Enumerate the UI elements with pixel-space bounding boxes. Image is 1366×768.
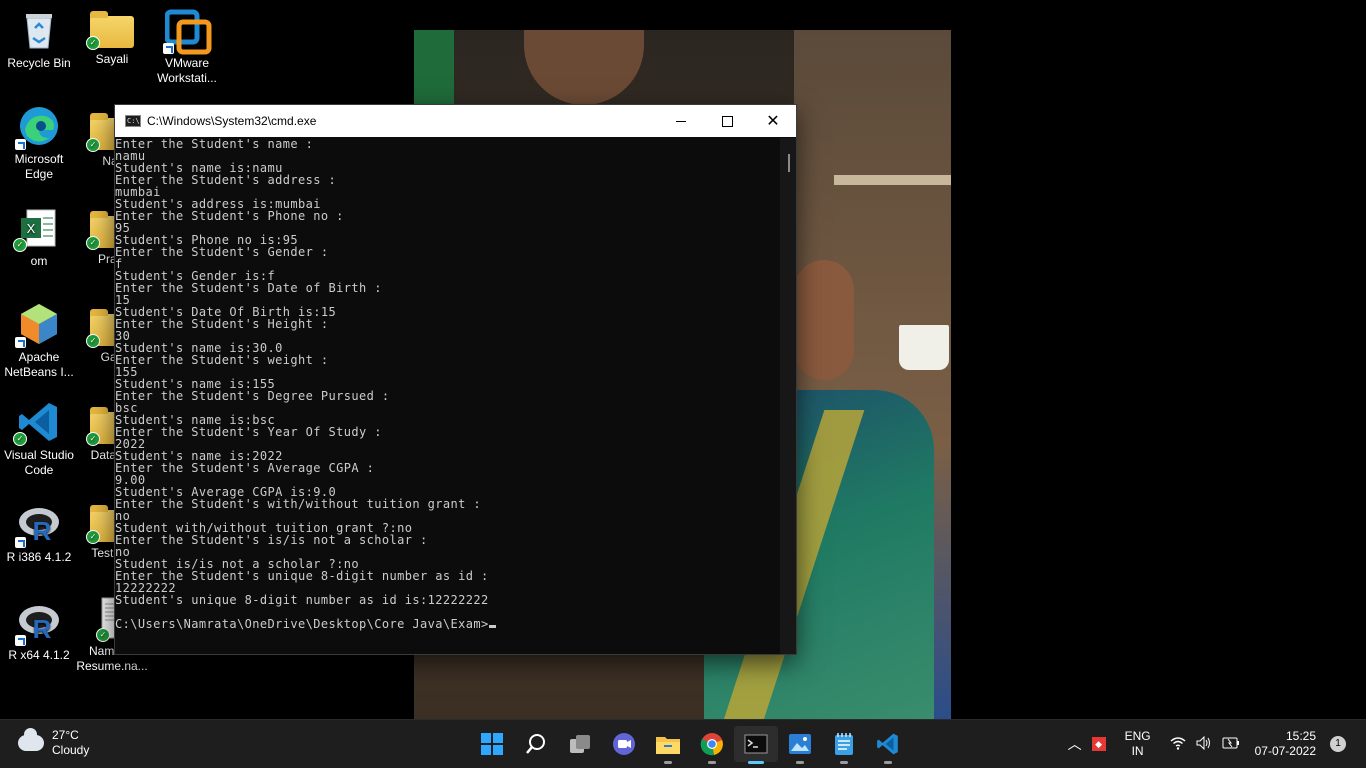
wallpaper-face (524, 30, 644, 105)
volume-icon[interactable] (1196, 735, 1212, 753)
running-indicator (884, 761, 892, 764)
r-language-icon: R (15, 502, 61, 548)
scrollbar-thumb[interactable] (788, 154, 790, 172)
svg-text:R: R (33, 614, 52, 644)
desktop-icon-label: Apache NetBeans I... (4, 350, 74, 379)
maximize-icon (721, 115, 733, 127)
console-text: Enter the Student's name : namu Student'… (115, 138, 489, 631)
text-cursor (488, 625, 496, 628)
vertical-scrollbar[interactable] (780, 138, 796, 654)
wallpaper-shelf (834, 175, 951, 185)
desktop-icon-netbeans[interactable]: Apache NetBeans I... (0, 296, 78, 380)
search-button[interactable] (514, 726, 558, 762)
vscode-icon: ✓ (13, 400, 61, 446)
weather-widget[interactable]: 27°C Cloudy (18, 728, 89, 758)
desktop-icon-vscode[interactable]: ✓ Visual Studio Code (0, 394, 78, 478)
minimize-button[interactable] (658, 105, 704, 137)
system-tray: ︿ ◆ ENG IN 15:25 07-07-2022 1 (1063, 720, 1366, 768)
chevron-up-icon[interactable]: ︿ (1068, 734, 1082, 754)
teams-chat-icon (613, 733, 635, 755)
edge-icon (15, 104, 61, 150)
desktop-icon-recycle-bin[interactable]: Recycle Bin (0, 2, 78, 71)
desktop-icon-label: Recycle Bin (7, 56, 71, 70)
recycle-bin-icon (17, 8, 61, 52)
task-view-button[interactable] (558, 726, 602, 762)
cmd-title-bar[interactable]: C:\ C:\Windows\System32\cmd.exe ✕ (115, 105, 796, 137)
desktop-icon-om[interactable]: X ✓ om (0, 200, 78, 269)
language-code: ENG (1124, 729, 1151, 743)
windows-logo-icon (481, 733, 503, 755)
terminal-icon (744, 734, 768, 754)
desktop-icon-label: R i386 4.1.2 (6, 550, 72, 564)
netbeans-icon (15, 302, 61, 348)
desktop-icon-label: Microsoft Edge (14, 152, 64, 181)
weather-temperature: 27°C (52, 728, 79, 742)
notepad-icon (835, 733, 853, 755)
photos-icon (789, 734, 811, 754)
teams-chat-button[interactable] (602, 726, 646, 762)
maximize-button[interactable] (704, 105, 750, 137)
desktop-icon-label: om (30, 254, 48, 268)
svg-text:R: R (33, 516, 52, 546)
weather-description: Cloudy (52, 743, 90, 757)
clock-date: 07-07-2022 (1254, 744, 1316, 758)
running-indicator (708, 761, 716, 764)
wallpaper-woman-face (794, 260, 854, 380)
battery-icon[interactable] (1222, 736, 1240, 752)
folder-icon (656, 737, 680, 754)
task-view-icon (570, 735, 590, 753)
r-language-icon: R (15, 600, 61, 646)
wallpaper-bucket (899, 325, 949, 370)
vscode-taskbar-button[interactable] (866, 726, 910, 764)
taskbar: 27°C Cloudy ︿ ◆ ENG IN 15:25 07-07-2022 … (0, 719, 1366, 768)
vmware-icon (163, 8, 212, 55)
notification-badge[interactable]: 1 (1330, 736, 1346, 752)
excel-file-icon: X ✓ (13, 206, 61, 252)
region-code: IN (1131, 744, 1144, 758)
minimize-icon (676, 120, 686, 122)
running-indicator (840, 761, 848, 764)
desktop-icon-label: R x64 4.1.2 (8, 648, 70, 662)
desktop-icon-label: VMware Workstati... (157, 56, 217, 85)
desktop-icon-r-x64[interactable]: R R x64 4.1.2 (0, 594, 78, 663)
window-title: C:\Windows\System32\cmd.exe (147, 114, 317, 128)
console-area[interactable]: Enter the Student's name : namu Student'… (115, 138, 780, 654)
svg-text:X: X (27, 221, 36, 236)
photos-button[interactable] (778, 726, 822, 764)
desktop-icon-vmware[interactable]: VMware Workstati... (148, 2, 226, 86)
cloud-icon (18, 728, 44, 751)
search-icon (526, 734, 545, 754)
file-explorer-button[interactable] (646, 726, 690, 764)
wifi-icon[interactable] (1170, 736, 1186, 753)
close-icon: ✕ (766, 113, 780, 130)
folder-icon: ✓ (86, 11, 134, 50)
clock-time: 15:25 (1285, 729, 1316, 743)
language-indicator[interactable]: ENG IN (1125, 729, 1151, 759)
start-button[interactable] (470, 726, 514, 762)
notepad-button[interactable] (822, 726, 866, 764)
running-indicator (796, 761, 804, 764)
cmd-taskbar-button[interactable] (734, 726, 778, 764)
desktop-icon-label: Visual Studio Code (4, 448, 74, 477)
running-indicator (748, 761, 764, 764)
close-button[interactable]: ✕ (750, 105, 796, 137)
anydesk-tray-icon[interactable]: ◆ (1091, 737, 1106, 751)
clock[interactable]: 15:25 07-07-2022 (1255, 729, 1316, 759)
desktop-icon-label: Sayali (95, 52, 129, 66)
cmd-window[interactable]: C:\ C:\Windows\System32\cmd.exe ✕ Enter … (114, 104, 797, 655)
desktop-icon-edge[interactable]: Microsoft Edge (0, 98, 78, 182)
chrome-icon (700, 733, 723, 756)
desktop-icon-sayali[interactable]: ✓ Sayali (73, 2, 151, 67)
chrome-button[interactable] (690, 726, 734, 764)
running-indicator (664, 761, 672, 764)
desktop-icon-r-i386[interactable]: R R i386 4.1.2 (0, 496, 78, 565)
cmd-app-icon: C:\ (125, 115, 141, 127)
console-output: Enter the Student's name : namu Student'… (115, 138, 780, 630)
vscode-icon (877, 733, 898, 755)
taskbar-apps (470, 726, 910, 764)
